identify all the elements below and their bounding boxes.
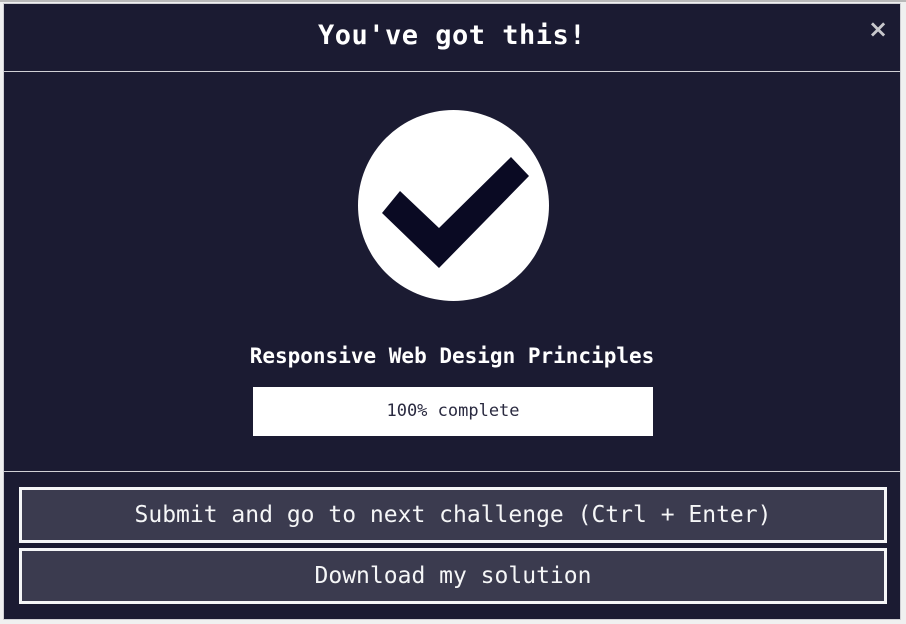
submit-next-challenge-button[interactable]: Submit and go to next challenge (Ctrl + … [19,487,887,543]
close-button[interactable]: × [868,15,889,43]
checkmark-icon [358,110,549,301]
completion-modal: You've got this! × Responsive Web Design… [3,3,901,620]
course-title: Responsive Web Design Principles [249,344,655,368]
modal-body: Responsive Web Design Principles 100% co… [4,72,900,472]
modal-footer: Submit and go to next challenge (Ctrl + … [4,472,900,604]
modal-header: You've got this! × [4,4,900,72]
progress-label: 100% complete [386,401,520,421]
close-icon: × [868,15,889,43]
progress-bar: 100% complete [253,387,653,436]
backdrop-edge [0,0,906,2]
download-solution-button[interactable]: Download my solution [19,548,887,604]
modal-title: You've got this! [317,20,587,51]
